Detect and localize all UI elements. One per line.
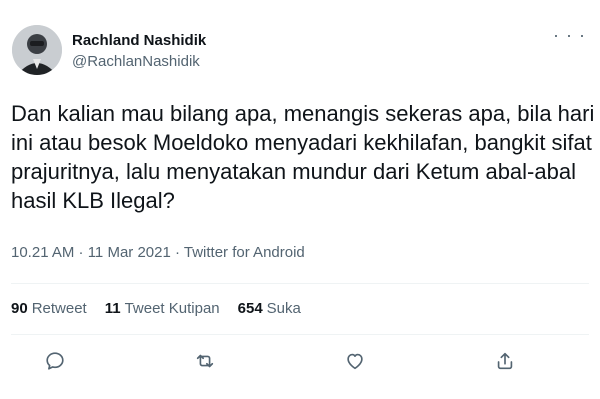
- likes-count: 654: [237, 300, 263, 317]
- avatar-photo-icon: [12, 25, 62, 75]
- quotes-label: Tweet Kutipan: [124, 300, 220, 317]
- author-handle[interactable]: @RachlanNashidik: [72, 53, 200, 70]
- retweets-count: 90: [11, 300, 28, 317]
- share-button[interactable]: [490, 346, 520, 376]
- tweet-meta[interactable]: 10.21 AM · 11 Mar 2021 · Twitter for And…: [11, 244, 305, 261]
- author-name[interactable]: Rachland Nashidik: [72, 32, 206, 49]
- quotes-count: 11: [104, 300, 121, 317]
- retweet-icon: [196, 354, 214, 368]
- retweet-button[interactable]: [190, 346, 220, 376]
- reply-icon: [46, 352, 64, 370]
- retweets-stat[interactable]: 90 Retweet: [11, 300, 87, 317]
- tweet-text: Dan kalian mau bilang apa, menangis seke…: [11, 101, 595, 213]
- more-options-icon[interactable]: · · ·: [553, 26, 586, 44]
- tweet-actions: [40, 346, 560, 376]
- share-icon: [497, 352, 513, 370]
- like-icon: [347, 353, 363, 370]
- likes-label: Suka: [266, 300, 301, 317]
- likes-stat[interactable]: 654 Suka: [238, 300, 301, 317]
- retweets-label: Retweet: [31, 300, 87, 317]
- like-button[interactable]: [340, 346, 370, 376]
- divider: [11, 334, 589, 335]
- tweet-stats: 90 Retweet 11 Tweet Kutipan 654 Suka: [11, 300, 301, 317]
- avatar[interactable]: [12, 25, 62, 75]
- quotes-stat[interactable]: 11 Tweet Kutipan: [105, 300, 220, 317]
- divider: [11, 283, 589, 284]
- reply-button[interactable]: [40, 346, 70, 376]
